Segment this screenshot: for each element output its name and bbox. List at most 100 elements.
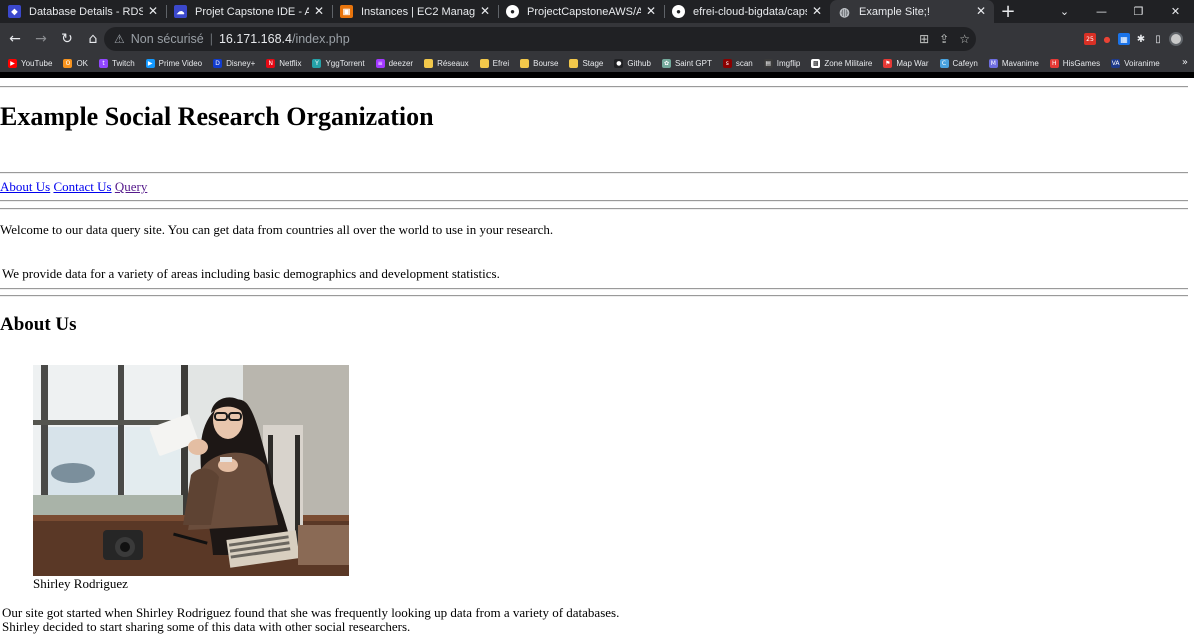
browser-tab[interactable]: ● ProjectCapstoneAWS/AWS ✕ <box>498 0 664 23</box>
tab-title: Example Site;! <box>859 5 930 18</box>
share-icon[interactable]: ⇪ <box>939 32 949 46</box>
bookmark-item[interactable]: M Mavanime <box>988 59 1039 68</box>
security-label[interactable]: Non sécurisé <box>131 32 204 46</box>
bookmark-label: scan <box>735 59 753 68</box>
bookmark-label: Prime Video <box>158 59 203 68</box>
bookmark-item[interactable]: N Netflix <box>266 59 301 68</box>
bookmark-item[interactable]: Stage <box>569 59 603 68</box>
browser-tab[interactable]: ● efrei-cloud-bigdata/capsto ✕ <box>664 0 830 23</box>
deezer-icon: ≡ <box>375 59 385 68</box>
close-icon[interactable]: ✕ <box>974 4 988 18</box>
bookmark-label: Stage <box>582 59 604 68</box>
bookmark-label: Disney+ <box>226 59 256 68</box>
puzzle-ext-icon[interactable]: ✱ <box>1135 33 1147 45</box>
divider <box>0 295 1188 297</box>
folder-icon <box>424 59 434 68</box>
bookmark-label: Github <box>627 59 651 68</box>
bookmark-item[interactable]: Efrei <box>479 59 510 68</box>
reload-button[interactable]: ↻ <box>54 26 80 52</box>
window-close-icon[interactable]: ✕ <box>1157 0 1194 23</box>
bookmark-label: Efrei <box>492 59 510 68</box>
home-button[interactable]: ⌂ <box>80 26 106 52</box>
folder-icon <box>569 59 579 68</box>
sidepanel-icon[interactable]: ▯ <box>1152 33 1164 45</box>
new-tab-button[interactable]: + <box>994 0 1022 23</box>
close-icon[interactable]: ✕ <box>644 4 658 18</box>
bookmark-item[interactable]: ▩ Zone Militaire <box>811 59 872 68</box>
bookmark-star-icon[interactable]: ☆ <box>959 32 970 46</box>
back-button[interactable]: ← <box>2 26 28 52</box>
browser-tab[interactable]: ◆ Database Details - RDS Ma ✕ <box>0 0 166 23</box>
about-heading: About Us <box>0 314 77 335</box>
page-title: Example Social Research Organization <box>0 102 434 131</box>
translate-icon[interactable]: ⊞ <box>919 32 929 46</box>
close-icon[interactable]: ✕ <box>312 4 326 18</box>
browser-tab[interactable]: ☁ Projet Capstone IDE - AWS ✕ <box>166 0 332 23</box>
divider <box>0 288 1188 290</box>
grid-ext-icon[interactable]: ▦ <box>1118 33 1130 45</box>
avatar[interactable] <box>1169 32 1183 46</box>
bookmark-label: Imgflip <box>776 59 801 68</box>
bookmark-item[interactable]: O OK <box>63 59 88 68</box>
bookmark-item[interactable]: ✿ Saint GPT <box>661 59 712 68</box>
bookmark-label: Saint GPT <box>674 59 712 68</box>
bookmark-item[interactable]: ▤ Imgflip <box>763 59 801 68</box>
close-icon[interactable]: ✕ <box>146 4 160 18</box>
bookmark-label: HisGames <box>1062 59 1101 68</box>
zone-militaire-icon: ▩ <box>811 59 821 68</box>
address-bar[interactable]: ⚠ Non sécurisé | 16.171.168.4 /index.php… <box>104 27 976 51</box>
bookmark-item[interactable]: H HisGames <box>1049 59 1101 68</box>
bookmark-item[interactable]: ▶ Prime Video <box>145 59 203 68</box>
bookmark-item[interactable]: ≡ deezer <box>375 59 413 68</box>
imgflip-icon: ▤ <box>763 59 773 68</box>
bookmark-label: Bourse <box>533 59 559 68</box>
forward-button[interactable]: → <box>28 26 54 52</box>
record-ext-icon[interactable]: ● <box>1101 33 1113 45</box>
bookmark-item[interactable]: t Twitch <box>99 59 135 68</box>
bookmarks-overflow-icon[interactable]: » <box>1182 57 1188 68</box>
warning-icon[interactable]: ⚠ <box>114 32 125 46</box>
nav-link-about-us[interactable]: About Us <box>0 179 50 194</box>
bookmark-item[interactable]: Réseaux <box>424 59 469 68</box>
ok-icon: O <box>63 59 73 68</box>
bookmark-label: Réseaux <box>437 59 469 68</box>
bookmark-item[interactable]: Y YggTorrent <box>312 59 365 68</box>
browser-tab[interactable]: ▣ Instances | EC2 Managemen ✕ <box>332 0 498 23</box>
browser-tab-active[interactable]: ◍ Example Site;! ✕ <box>830 0 994 23</box>
about-text-line: Our site got started when Shirley Rodrig… <box>2 605 620 620</box>
tab-search-icon[interactable]: ⌄ <box>1046 0 1083 23</box>
calendar-ext-icon[interactable]: 25 <box>1084 33 1096 45</box>
extensions-area: 25 ● ▦ ✱ ▯ <box>1084 28 1183 50</box>
bookmark-item[interactable]: VA Voiranime <box>1111 59 1160 68</box>
map-pin-icon: ⚑ <box>883 59 893 68</box>
restore-icon[interactable]: ❐ <box>1120 0 1157 23</box>
bookmark-item[interactable]: Bourse <box>520 59 558 68</box>
bookmark-item[interactable]: s scan <box>722 59 753 68</box>
folder-icon <box>520 59 530 68</box>
prime-video-icon: ▶ <box>145 59 155 68</box>
tab-title: ProjectCapstoneAWS/AWS <box>527 5 641 18</box>
bookmark-item[interactable]: ● Github <box>614 59 651 68</box>
url-path: /index.php <box>291 32 350 46</box>
ec2-icon: ▣ <box>340 5 353 18</box>
bookmark-item[interactable]: D Disney+ <box>213 59 255 68</box>
twitch-icon: t <box>99 59 108 68</box>
hisgames-icon: H <box>1049 59 1059 68</box>
bookmark-label: YouTube <box>21 59 53 68</box>
divider <box>0 172 1188 174</box>
bookmark-label: Voiranime <box>1124 59 1160 68</box>
photo-caption: Shirley Rodriguez <box>33 576 128 591</box>
close-icon[interactable]: ✕ <box>810 4 824 18</box>
bookmark-label: Zone Militaire <box>824 59 873 68</box>
nav-link-contact-us[interactable]: Contact Us <box>53 179 111 194</box>
bookmark-item[interactable]: C Cafeyn <box>939 59 978 68</box>
tab-strip: ◆ Database Details - RDS Ma ✕ ☁ Projet C… <box>0 0 1194 23</box>
minimize-icon[interactable]: — <box>1083 0 1120 23</box>
bookmark-item[interactable]: ▶ YouTube <box>8 59 52 68</box>
bookmark-item[interactable]: ⚑ Map War <box>883 59 929 68</box>
bookmark-label: YggTorrent <box>325 59 365 68</box>
nav-link-query[interactable]: Query <box>115 179 148 194</box>
yggtorrent-icon: Y <box>312 59 322 68</box>
close-icon[interactable]: ✕ <box>478 4 492 18</box>
disney-icon: D <box>213 59 223 68</box>
